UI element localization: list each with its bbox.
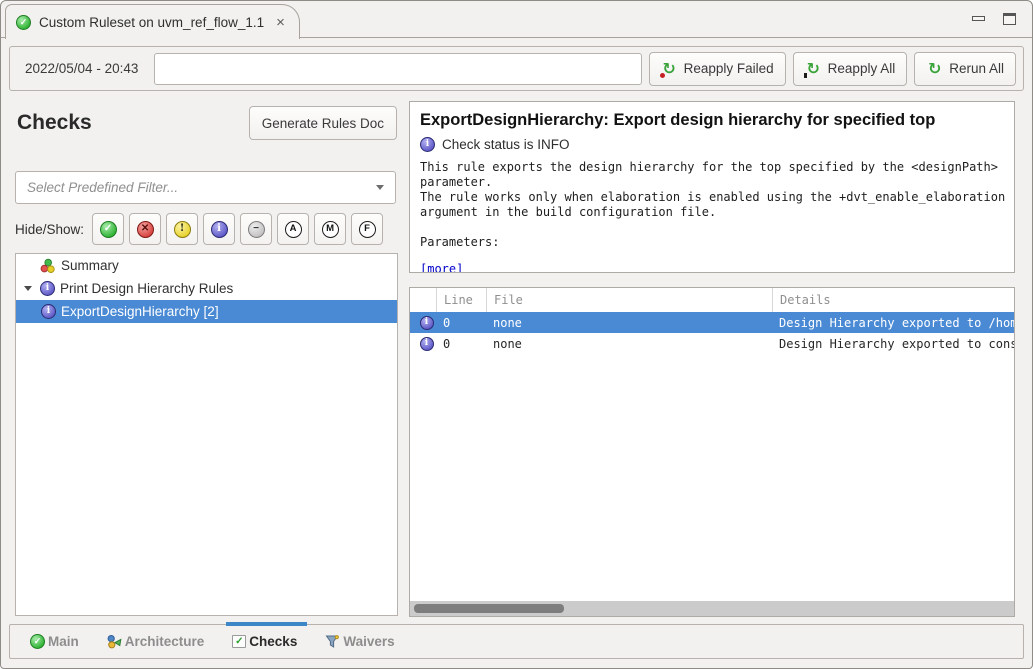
checks-panel-header: Checks Generate Rules Doc bbox=[17, 105, 397, 141]
toggle-disabled-button[interactable]: − bbox=[240, 213, 272, 245]
warning-icon: ! bbox=[174, 221, 191, 238]
info-icon: i bbox=[40, 281, 55, 296]
tab-waivers[interactable]: Waivers bbox=[325, 625, 394, 658]
table-row[interactable]: i 0 none Design Hierarchy exported to /h… bbox=[410, 312, 1014, 333]
rerun-icon: ↻ bbox=[926, 61, 943, 77]
line-cell: 0 bbox=[436, 337, 486, 351]
rules-tree: Summary i Print Design Hierarchy Rules i… bbox=[15, 253, 398, 616]
toggle-passed-button[interactable]: ✓ bbox=[92, 213, 124, 245]
waivers-funnel-icon bbox=[325, 634, 340, 649]
passed-icon: ✓ bbox=[100, 221, 117, 238]
info-icon: i bbox=[420, 316, 434, 330]
predefined-filter-combobox[interactable]: Select Predefined Filter... bbox=[15, 171, 396, 204]
tab-checks[interactable]: ✓ Checks bbox=[232, 625, 297, 658]
reapply-failed-label: Reapply Failed bbox=[684, 61, 774, 76]
predefined-filter-placeholder: Select Predefined Filter... bbox=[27, 180, 178, 195]
tab-label: Architecture bbox=[125, 634, 205, 649]
info-icon: i bbox=[420, 137, 435, 152]
tree-item-label: Summary bbox=[61, 258, 119, 273]
rerun-all-button[interactable]: ↻ Rerun All bbox=[914, 52, 1016, 86]
tree-item-summary[interactable]: Summary bbox=[16, 254, 397, 277]
tab-title: Custom Ruleset on uvm_ref_flow_1.1 bbox=[39, 15, 264, 30]
tree-item-print-design-hierarchy-rules[interactable]: i Print Design Hierarchy Rules bbox=[16, 277, 397, 300]
tab-label: Waivers bbox=[343, 634, 394, 649]
main-area: Checks Generate Rules Doc Select Predefi… bbox=[9, 95, 1024, 618]
checks-tab-icon: ✓ bbox=[232, 635, 246, 648]
info-icon: i bbox=[41, 304, 56, 319]
toolbar-filter-input[interactable] bbox=[154, 53, 642, 85]
toggle-info-button[interactable]: i bbox=[203, 213, 235, 245]
generate-rules-doc-button[interactable]: Generate Rules Doc bbox=[249, 106, 397, 140]
file-cell: none bbox=[486, 316, 772, 330]
more-link[interactable]: [more] bbox=[420, 262, 463, 273]
expander-icon[interactable] bbox=[21, 286, 35, 291]
reapply-all-label: Reapply All bbox=[828, 61, 896, 76]
app-window: ✓ Custom Ruleset on uvm_ref_flow_1.1 × 2… bbox=[0, 0, 1033, 669]
refresh-failed-icon: ↻ bbox=[661, 61, 678, 77]
circle-f-icon: F bbox=[359, 221, 376, 238]
architecture-icon bbox=[107, 634, 122, 649]
icon-column-header bbox=[410, 288, 436, 312]
rule-description-box: ExportDesignHierarchy: Export design hie… bbox=[409, 101, 1015, 273]
editor-tabbar: ✓ Custom Ruleset on uvm_ref_flow_1.1 × bbox=[1, 1, 1032, 38]
details-column-header[interactable]: Details bbox=[772, 288, 1014, 312]
toolbar: 2022/05/04 - 20:43 ↻ Reapply Failed ↻ Re… bbox=[9, 46, 1024, 91]
active-tab-indicator bbox=[226, 622, 307, 626]
status-row: i Check status is INFO bbox=[420, 135, 1004, 154]
reapply-failed-button[interactable]: ↻ Reapply Failed bbox=[649, 52, 786, 86]
toggle-failed-button[interactable]: ✕ bbox=[129, 213, 161, 245]
maximize-icon[interactable] bbox=[1003, 13, 1016, 25]
results-table-header: Line File Details bbox=[410, 288, 1014, 312]
checks-heading: Checks bbox=[17, 111, 92, 135]
results-table: Line File Details i 0 none Design Hierar… bbox=[409, 287, 1015, 617]
tree-item-label: ExportDesignHierarchy [2] bbox=[61, 304, 219, 319]
line-cell: 0 bbox=[436, 316, 486, 330]
summary-icon bbox=[40, 258, 56, 274]
rule-description: This rule exports the design hierarchy f… bbox=[420, 160, 1004, 220]
main-tab-icon: ✓ bbox=[30, 634, 45, 649]
status-text: Check status is INFO bbox=[442, 137, 570, 152]
details-cell: Design Hierarchy exported to console bbox=[772, 337, 1014, 351]
tree-item-export-design-hierarchy[interactable]: i ExportDesignHierarchy [2] bbox=[16, 300, 397, 323]
toggle-f-button[interactable]: F bbox=[351, 213, 383, 245]
toggle-m-button[interactable]: M bbox=[314, 213, 346, 245]
tab-architecture[interactable]: Architecture bbox=[107, 625, 205, 658]
file-column-header[interactable]: File bbox=[486, 288, 772, 312]
parameters-label: Parameters: bbox=[420, 235, 1004, 249]
disabled-icon: − bbox=[248, 221, 265, 238]
tree-item-label: Print Design Hierarchy Rules bbox=[60, 281, 233, 296]
line-column-header[interactable]: Line bbox=[436, 288, 486, 312]
tab-main[interactable]: ✓ Main bbox=[30, 625, 79, 658]
info-icon: i bbox=[211, 221, 228, 238]
scrollbar-thumb[interactable] bbox=[414, 604, 564, 613]
refresh-all-icon: ↻ bbox=[805, 61, 822, 77]
run-timestamp: 2022/05/04 - 20:43 bbox=[17, 61, 147, 76]
rule-title: ExportDesignHierarchy: Export design hie… bbox=[420, 109, 1004, 131]
circle-m-icon: M bbox=[322, 221, 339, 238]
rerun-all-label: Rerun All bbox=[949, 61, 1004, 76]
checks-panel: Checks Generate Rules Doc Select Predefi… bbox=[9, 95, 397, 618]
circle-a-icon: A bbox=[285, 221, 302, 238]
minimize-icon[interactable] bbox=[972, 16, 985, 21]
toggle-warning-button[interactable]: ! bbox=[166, 213, 198, 245]
tab-label: Main bbox=[48, 634, 79, 649]
file-cell: none bbox=[486, 337, 772, 351]
horizontal-scrollbar[interactable] bbox=[410, 601, 1014, 616]
failed-icon: ✕ bbox=[137, 221, 154, 238]
chevron-down-icon bbox=[376, 185, 384, 190]
view-controls bbox=[972, 13, 1016, 25]
table-row[interactable]: i 0 none Design Hierarchy exported to co… bbox=[410, 333, 1014, 354]
tab-label: Checks bbox=[249, 634, 297, 649]
toggle-a-button[interactable]: A bbox=[277, 213, 309, 245]
bottom-tabbar: ✓ Main Architecture ✓ Checks bbox=[9, 624, 1024, 659]
info-icon: i bbox=[420, 337, 434, 351]
hide-show-label: Hide/Show: bbox=[15, 222, 84, 237]
tab-close-icon[interactable]: × bbox=[276, 15, 285, 30]
ruleset-check-icon: ✓ bbox=[16, 15, 31, 30]
reapply-all-button[interactable]: ↻ Reapply All bbox=[793, 52, 908, 86]
ruleset-editor-tab[interactable]: ✓ Custom Ruleset on uvm_ref_flow_1.1 × bbox=[5, 4, 300, 39]
details-cell: Design Hierarchy exported to /home/a bbox=[772, 316, 1014, 330]
detail-panel: ExportDesignHierarchy: Export design hie… bbox=[409, 101, 1015, 618]
hide-show-row: Hide/Show: ✓ ✕ ! i − A bbox=[15, 211, 397, 247]
